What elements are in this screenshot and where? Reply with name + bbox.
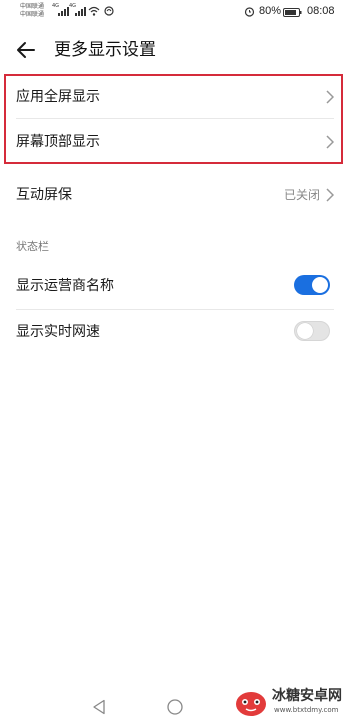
watermark-name: 冰糖安卓网: [272, 688, 342, 704]
screensaver-status: 已关闭: [283, 188, 320, 202]
carrier-1: 中国联通: [20, 3, 45, 10]
back-arrow-icon[interactable]: [14, 38, 38, 62]
alarm-icon: [244, 7, 255, 17]
nav-home-icon[interactable]: [167, 699, 183, 715]
interactive-screensaver-label: 互动屏保: [16, 187, 72, 203]
status-clock: 08:08: [307, 5, 335, 17]
show-carrier-name-toggle[interactable]: [294, 275, 330, 295]
chevron-right-icon: [326, 90, 334, 104]
toggle-knob: [297, 323, 313, 339]
screen-top-display-row[interactable]: 屏幕顶部显示: [0, 119, 350, 165]
screen-top-display-label: 屏幕顶部显示: [16, 134, 100, 150]
show-network-speed-label: 显示实时网速: [16, 324, 100, 340]
carrier-names: 中国联通 中国联通: [20, 3, 44, 19]
page-title: 更多显示设置: [54, 40, 156, 60]
battery-percentage: 80%: [259, 5, 282, 17]
watermark-url: www.btxtdmy.com: [274, 706, 339, 714]
signal-1-icon: [58, 6, 69, 16]
nav-back-icon[interactable]: [92, 699, 106, 715]
show-carrier-name-row[interactable]: 显示运营商名称: [0, 263, 350, 309]
watermark-logo-icon: [236, 692, 266, 716]
app-fullscreen-row[interactable]: 应用全屏显示: [0, 74, 350, 120]
chevron-right-icon: [326, 188, 334, 202]
signal-2-icon: [75, 6, 86, 16]
wifi-icon: [88, 6, 100, 16]
app-header: 更多显示设置: [0, 30, 350, 70]
carrier-2: 中国联通: [20, 11, 45, 18]
chevron-right-icon: [326, 135, 334, 149]
battery-icon: [283, 8, 302, 17]
section-header-status-bar: 状态栏: [16, 240, 49, 253]
nfc-icon: [104, 6, 114, 16]
app-fullscreen-label: 应用全屏显示: [16, 89, 100, 105]
show-carrier-name-label: 显示运营商名称: [16, 278, 114, 294]
toggle-knob: [312, 277, 328, 293]
show-network-speed-row[interactable]: 显示实时网速: [0, 309, 350, 355]
interactive-screensaver-row[interactable]: 互动屏保 已关闭: [0, 172, 350, 218]
status-bar: 中国联通 中国联通 4G 4G 80% 08:08: [0, 0, 350, 26]
show-network-speed-toggle[interactable]: [294, 321, 330, 341]
